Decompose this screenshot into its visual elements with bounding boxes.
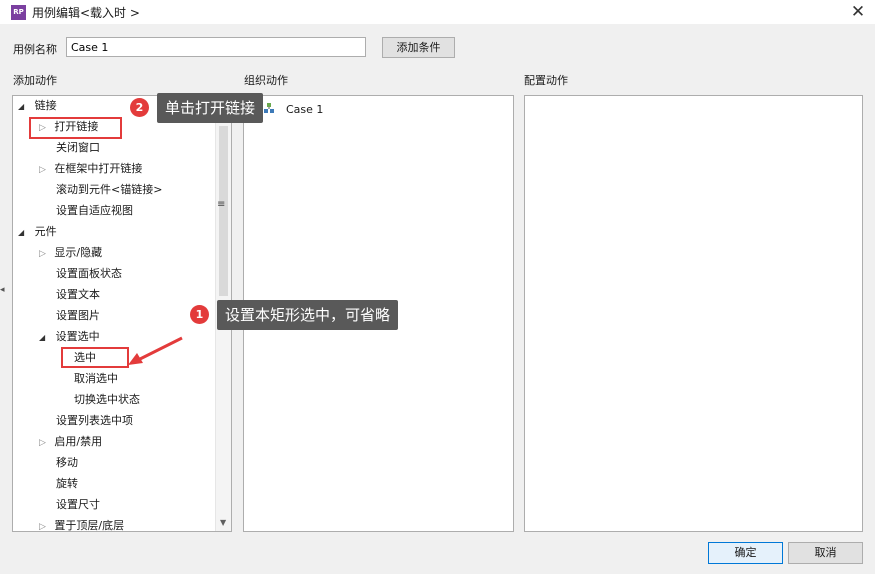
- tree-item-label: 置于顶层/底层: [54, 519, 125, 532]
- window-title: 用例编辑<载入时 >: [32, 6, 140, 20]
- callout-step-2: 单击打开链接: [157, 93, 264, 123]
- tree-item-label: 启用/禁用: [54, 435, 103, 448]
- cancel-button[interactable]: 取消: [788, 542, 863, 564]
- annotation-arrow-icon: [128, 336, 183, 365]
- tree-group-label: 元件: [34, 225, 57, 238]
- tree-item-label: 显示/隐藏: [54, 246, 103, 259]
- step-1-badge: 1: [190, 305, 209, 324]
- tree-group-label: 链接: [34, 99, 57, 112]
- tree-item-close-window[interactable]: 关闭窗口: [56, 138, 100, 158]
- tree-item-toggle-selected[interactable]: 切换选中状态: [74, 390, 140, 410]
- highlight-selected: [61, 347, 129, 368]
- tree-item-rotate[interactable]: 旋转: [56, 474, 78, 494]
- expanded-triangle-icon[interactable]: ◢: [18, 228, 24, 237]
- tree-item-set-panel-state[interactable]: 设置面板状态: [56, 264, 122, 284]
- tree-item-label: 在框架中打开链接: [54, 162, 143, 175]
- scroll-down-arrow-icon[interactable]: ▼: [220, 518, 226, 527]
- title-bar: RP 用例编辑<载入时 > ✕: [0, 0, 875, 24]
- case-name-label: 用例名称: [13, 43, 57, 56]
- expanded-triangle-icon[interactable]: ◢: [39, 333, 45, 342]
- tree-group-link[interactable]: ◢ 链接: [18, 96, 57, 116]
- scroll-thumb[interactable]: [219, 126, 228, 296]
- tree-item-scroll-to[interactable]: 滚动到元件<锚链接>: [56, 180, 162, 200]
- tree-item-enable-disable[interactable]: ▷ 启用/禁用: [39, 432, 102, 452]
- collapsed-triangle-icon[interactable]: ▷: [39, 438, 46, 448]
- configure-actions-label: 配置动作: [524, 74, 568, 87]
- tree-item-bring-front-back[interactable]: ▷ 置于顶层/底层: [39, 516, 125, 532]
- tree-item-open-in-frame[interactable]: ▷ 在框架中打开链接: [39, 159, 142, 179]
- tree-group-widget[interactable]: ◢ 元件: [18, 222, 57, 242]
- close-icon[interactable]: ✕: [848, 2, 868, 22]
- ok-button[interactable]: 确定: [708, 542, 783, 564]
- collapsed-triangle-icon[interactable]: ▷: [39, 249, 46, 259]
- step-2-badge: 2: [130, 98, 149, 117]
- tree-item-set-text[interactable]: 设置文本: [56, 285, 100, 305]
- collapsed-triangle-icon[interactable]: ▷: [39, 165, 46, 175]
- tree-item-set-list-selected[interactable]: 设置列表选中项: [56, 411, 133, 431]
- case-label: Case 1: [286, 103, 324, 116]
- tree-item-set-selected[interactable]: ◢ 设置选中: [39, 327, 100, 347]
- collapsed-triangle-icon[interactable]: ▷: [39, 522, 46, 531]
- resize-handle-icon: ◂: [0, 285, 5, 295]
- tree-item-set-adaptive-view[interactable]: 设置自适应视图: [56, 201, 133, 221]
- tree-item-set-size[interactable]: 设置尺寸: [56, 495, 100, 515]
- highlight-open-link: [29, 117, 122, 139]
- app-logo-icon: RP: [11, 5, 26, 20]
- tree-item-show-hide[interactable]: ▷ 显示/隐藏: [39, 243, 102, 263]
- tree-item-label: 设置选中: [55, 330, 100, 343]
- case-icon: [264, 103, 274, 113]
- callout-step-1: 设置本矩形选中，可省略: [217, 300, 399, 330]
- expanded-triangle-icon[interactable]: ◢: [18, 102, 24, 111]
- tree-item-move[interactable]: 移动: [56, 453, 78, 473]
- grip-icon: ≡: [217, 199, 226, 210]
- configure-actions-panel: [524, 95, 863, 532]
- add-actions-label: 添加动作: [13, 74, 57, 87]
- tree-item-deselect[interactable]: 取消选中: [74, 369, 118, 389]
- tree-item-set-image[interactable]: 设置图片: [56, 306, 100, 326]
- case-name-input[interactable]: [66, 37, 366, 57]
- add-condition-button[interactable]: 添加条件: [382, 37, 455, 58]
- organize-actions-label: 组织动作: [244, 74, 288, 87]
